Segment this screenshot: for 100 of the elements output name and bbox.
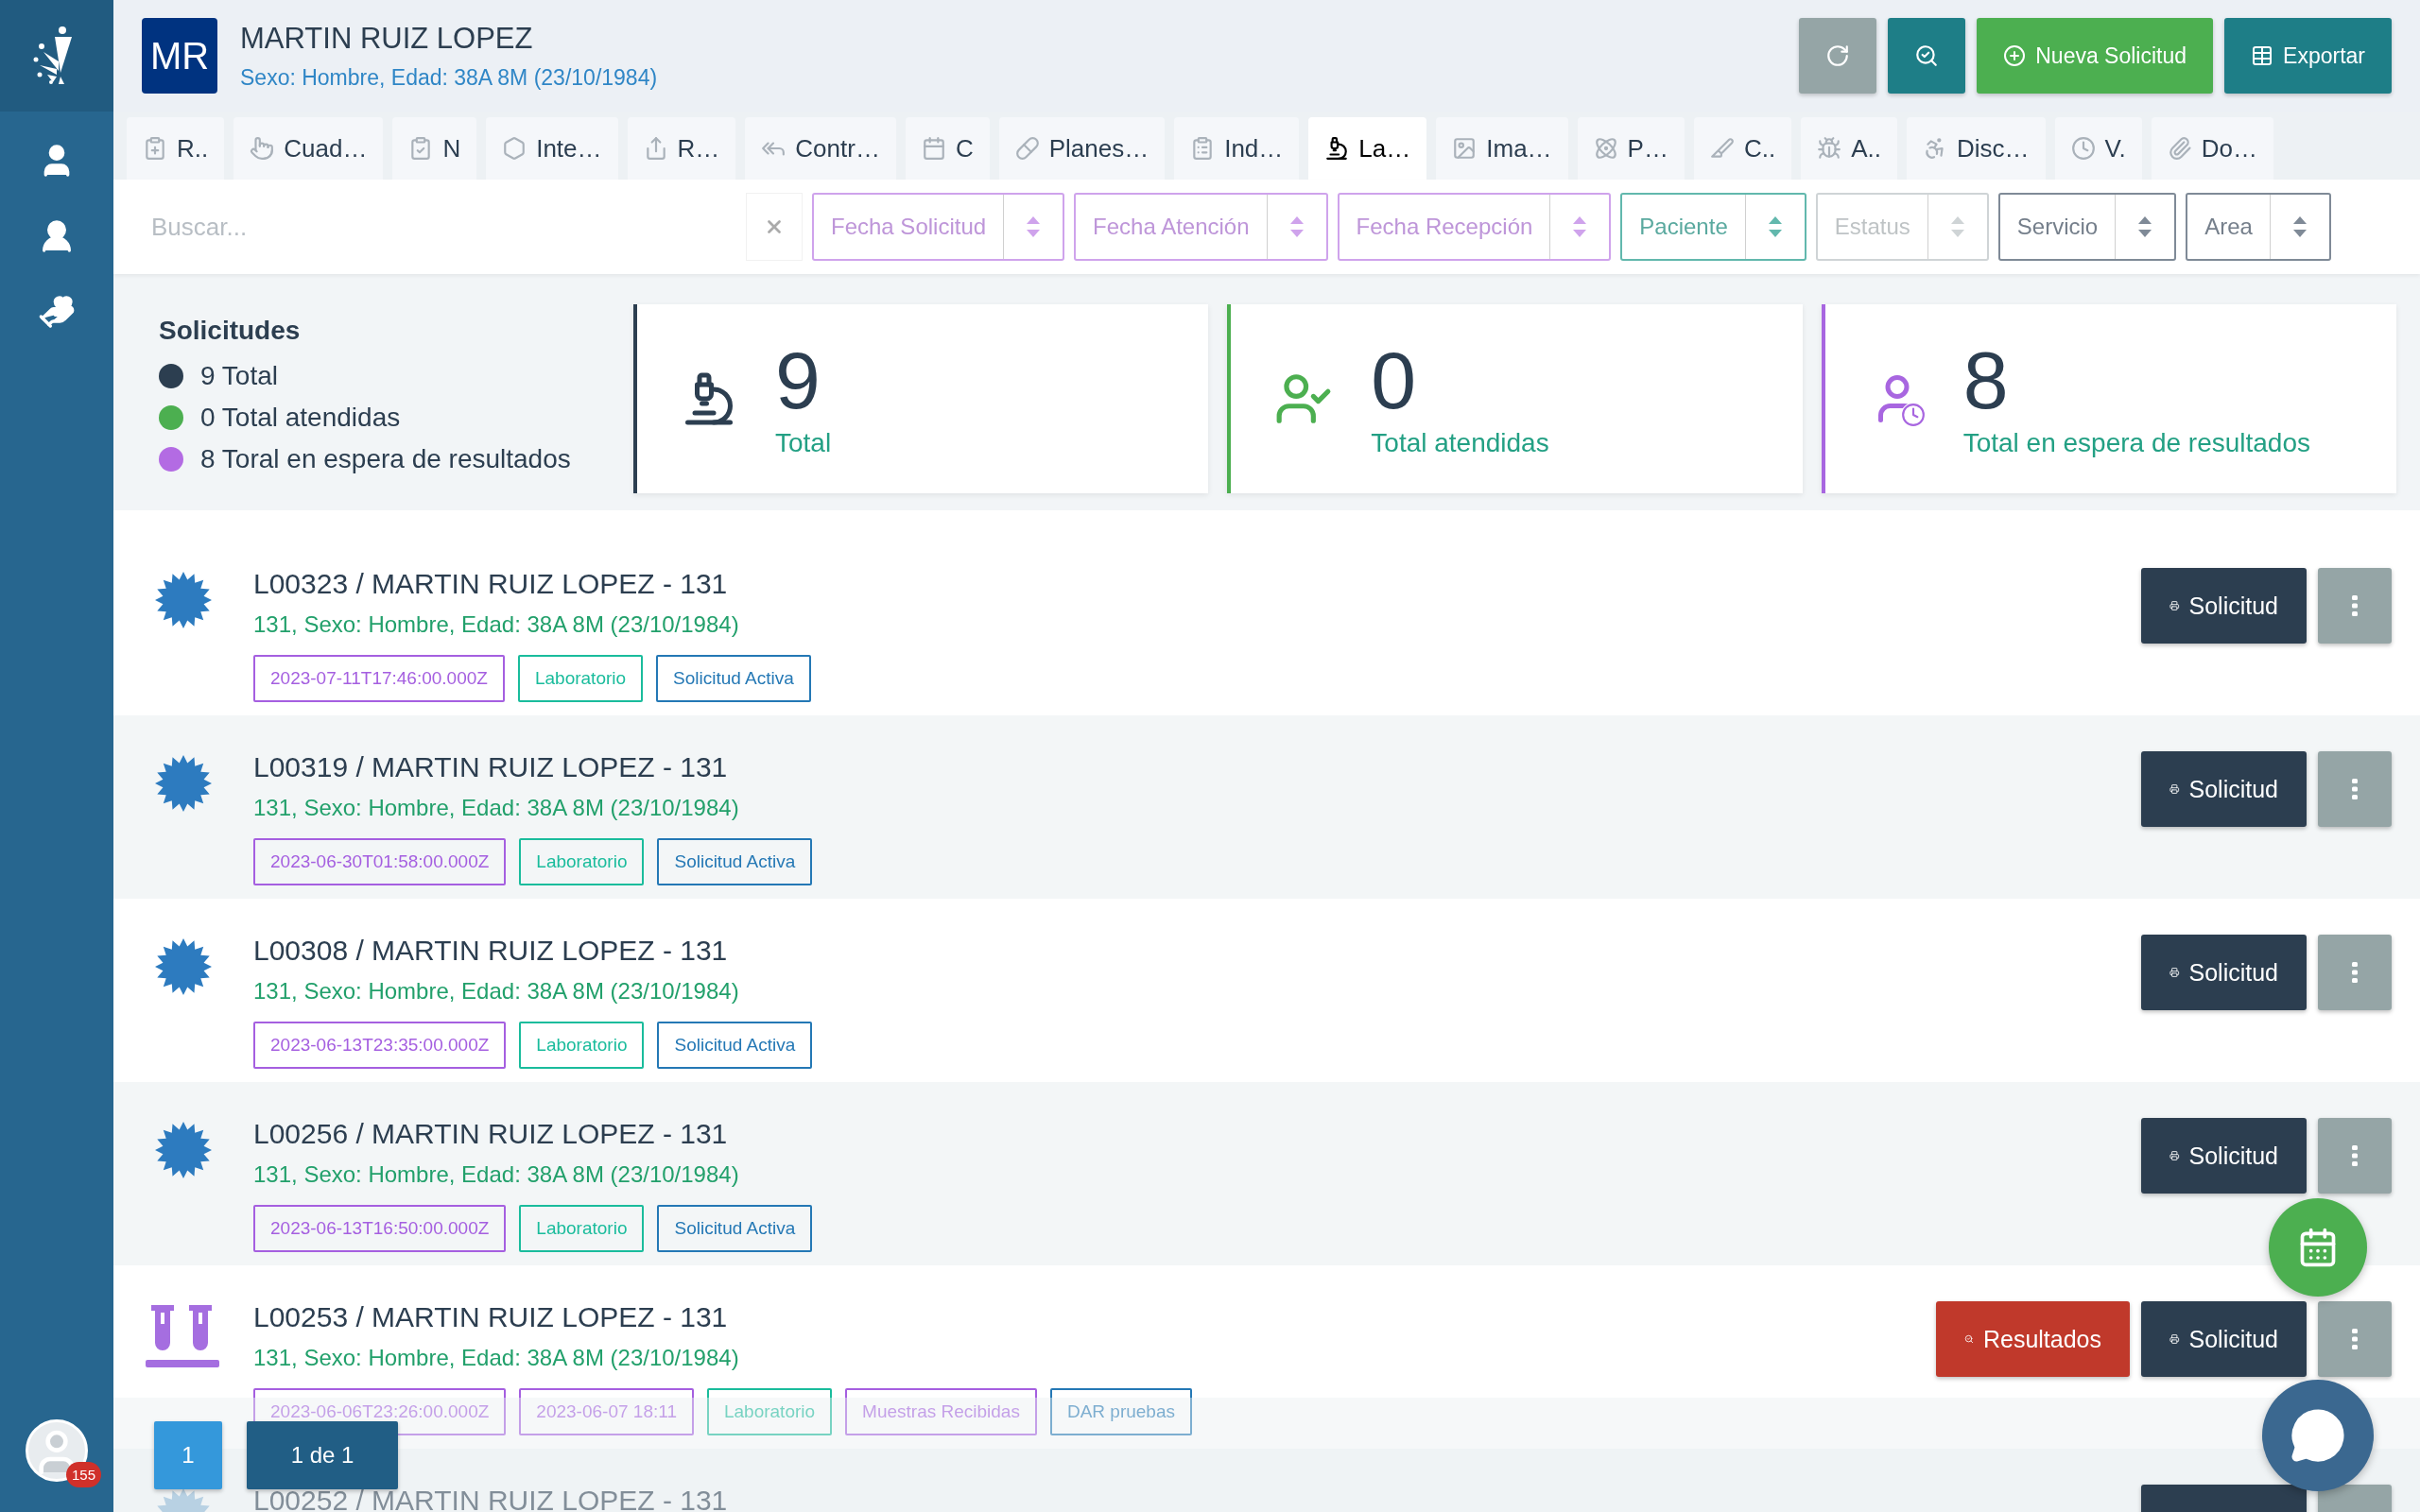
calendar-icon xyxy=(921,136,946,161)
scalpel-icon xyxy=(1709,136,1735,161)
tab[interactable]: R… xyxy=(627,117,736,180)
tab[interactable]: P… xyxy=(1577,117,1685,180)
more-icon xyxy=(2352,1329,2358,1349)
tab[interactable]: Cuad… xyxy=(233,117,384,180)
search-button[interactable] xyxy=(1888,18,1966,94)
request-tag: DAR pruebas xyxy=(1049,1388,1192,1435)
clear-button[interactable] xyxy=(746,193,803,261)
request-tag: Laboratorio xyxy=(519,1022,645,1069)
tab[interactable]: C xyxy=(905,117,990,180)
filter-select[interactable]: Servicio xyxy=(1997,193,2177,261)
request-tag: Laboratorio xyxy=(517,655,644,702)
sort-icon xyxy=(2292,216,2307,237)
seal-icon xyxy=(155,1122,212,1178)
table-icon xyxy=(2251,44,2274,67)
tab[interactable]: Ima… xyxy=(1436,117,1568,180)
request-tag: 2023-06-13T16:50:00.000Z xyxy=(253,1205,507,1252)
request-tag: Solicitud Activa xyxy=(657,1205,813,1252)
sort-icon xyxy=(1573,216,1587,237)
seal-icon xyxy=(155,755,212,812)
tab[interactable]: Do… xyxy=(2151,117,2273,180)
clipboard-icon xyxy=(143,136,167,161)
request-tag: 2023-07-11T17:46:00.000Z xyxy=(253,655,505,702)
sort-icon xyxy=(1950,216,1964,237)
notification-badge: 155 xyxy=(65,1462,101,1487)
tab[interactable]: Disc… xyxy=(1907,117,2046,180)
tab[interactable]: A.. xyxy=(1801,117,1897,180)
sort-icon xyxy=(1027,216,1041,237)
request-button[interactable]: Solicitud xyxy=(2141,1118,2307,1194)
request-title: L00253 / MARTIN RUIZ LOPEZ - 131 xyxy=(253,1301,729,1333)
more-icon xyxy=(2352,779,2358,799)
request-details: 131, Sexo: Hombre, Edad: 38A 8M (23/10/1984) xyxy=(253,978,740,1005)
stat-value: 9 xyxy=(775,339,821,421)
tab[interactable]: V. xyxy=(2054,117,2142,180)
bug-icon xyxy=(1817,136,1842,161)
request-tag: Laboratorio xyxy=(519,1205,645,1252)
sort-icon xyxy=(1289,216,1304,237)
request-tag: Laboratorio xyxy=(519,838,645,885)
legend-label: 0 Total atendidas xyxy=(200,403,401,433)
plus-icon xyxy=(2003,44,2027,67)
filter-select[interactable]: Area xyxy=(2186,193,2331,261)
sort-icon xyxy=(1768,216,1782,237)
tab[interactable]: Planes… xyxy=(998,117,1166,180)
request-details: 131, Sexo: Hombre, Edad: 38A 8M (23/10/1984) xyxy=(253,1345,740,1371)
pointer-icon xyxy=(250,136,275,161)
request-button[interactable]: Solicitud xyxy=(2141,1301,2307,1377)
request-tag: 2023-06-13T23:35:00.000Z xyxy=(253,1022,507,1069)
request-button[interactable]: Solicitud xyxy=(2141,751,2307,827)
tab[interactable]: La… xyxy=(1308,117,1427,180)
stat-label: Total en espera de resultados xyxy=(1962,428,2310,458)
more-icon xyxy=(2352,1145,2358,1166)
refresh-icon xyxy=(1825,43,1851,68)
chat-icon xyxy=(2290,1407,2346,1464)
request-tag: Muestras Recibidas xyxy=(845,1388,1037,1435)
clock-icon xyxy=(2070,136,2096,161)
microscope-icon xyxy=(1324,136,1350,161)
request-tag: Solicitud Activa xyxy=(656,655,811,702)
more-icon xyxy=(2352,962,2358,983)
export-button[interactable]: Exportar xyxy=(2224,18,2392,94)
summary-title: Solicitudes xyxy=(159,316,302,346)
stat-label: Total xyxy=(775,428,832,458)
pill-icon xyxy=(1014,136,1040,161)
page-summary: 1 de 1 xyxy=(247,1420,398,1489)
patient-details: Sexo: Hombre, Edad: 38A 8M (23/10/1984) xyxy=(240,64,658,91)
stat-label: Total atendidas xyxy=(1371,428,1549,458)
tab[interactable]: N xyxy=(392,117,477,180)
results-button[interactable]: Resultados xyxy=(1936,1301,2130,1377)
patient-avatar: MR xyxy=(142,18,217,94)
paperclip-icon xyxy=(2167,136,2192,161)
request-button[interactable]: Solicitud xyxy=(2141,568,2307,644)
legend-label: 9 Total xyxy=(200,361,278,391)
request-tag: Solicitud Activa xyxy=(657,1022,813,1069)
request-tag: 2023-06-30T01:58:00.000Z xyxy=(253,838,507,885)
request-title: L00319 / MARTIN RUIZ LOPEZ - 131 xyxy=(253,751,729,783)
tab[interactable]: Contr… xyxy=(745,117,896,180)
seal-icon xyxy=(155,572,212,628)
tab[interactable]: R.. xyxy=(127,117,225,180)
request-title: L00323 / MARTIN RUIZ LOPEZ - 131 xyxy=(253,568,729,600)
request-details: 131, Sexo: Hombre, Edad: 38A 8M (23/10/1984) xyxy=(253,611,740,638)
stat-value: 0 xyxy=(1371,339,1418,421)
request-title: L00256 / MARTIN RUIZ LOPEZ - 131 xyxy=(253,1118,729,1150)
request-tag: Solicitud Activa xyxy=(657,838,813,885)
atom-icon xyxy=(1593,136,1618,161)
tab[interactable]: C.. xyxy=(1693,117,1792,180)
search-icon xyxy=(1914,43,1940,68)
stat-value: 8 xyxy=(1962,339,2010,421)
request-tag: 2023-06-07 18:11 xyxy=(519,1388,694,1435)
image-icon xyxy=(1452,136,1478,161)
refresh-button[interactable] xyxy=(1799,18,1877,94)
hexagon-icon xyxy=(502,136,527,161)
request-button[interactable]: Solicitud xyxy=(2141,935,2307,1010)
tab[interactable]: Ind… xyxy=(1174,117,1300,180)
tab[interactable]: Inte… xyxy=(486,117,618,180)
request-tag: Laboratorio xyxy=(706,1388,833,1435)
legend-label: 8 Toral en espera de resultados xyxy=(200,444,571,474)
request-details: 131, Sexo: Hombre, Edad: 38A 8M (23/10/1984) xyxy=(253,795,740,821)
request-title: L00308 / MARTIN RUIZ LOPEZ - 131 xyxy=(253,935,729,967)
more-icon xyxy=(2352,595,2358,616)
patient-name: MARTIN RUIZ LOPEZ xyxy=(240,21,534,56)
